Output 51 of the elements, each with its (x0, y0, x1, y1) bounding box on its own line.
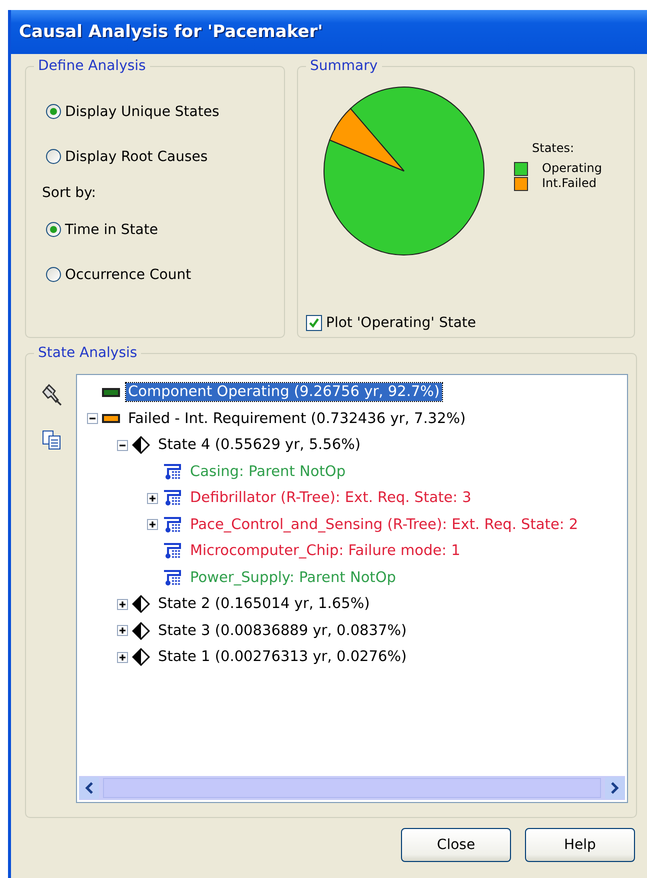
tree-item[interactable]: Defibrillator (R-Tree): Ext. Req. State: 3 (188, 489, 474, 508)
radio-button[interactable] (46, 222, 61, 237)
tree-item[interactable]: State 4 (0.55629 yr, 5.56%) (156, 436, 363, 454)
sort-label: Sort by: (42, 184, 98, 203)
expand-icon[interactable] (117, 625, 128, 636)
radio-button[interactable] (46, 104, 61, 119)
radio-option[interactable]: Display Unique States (46, 89, 284, 134)
legend-title: States: (532, 141, 576, 155)
tree-item[interactable]: Microcomputer_Chip: Failure mode: 1 (188, 542, 462, 560)
copy-icon[interactable] (42, 430, 62, 450)
list-icon (162, 542, 182, 560)
scroll-left-icon[interactable] (79, 777, 99, 799)
radio-button[interactable] (46, 267, 61, 282)
diamond-icon (132, 595, 150, 614)
scroll-right-icon[interactable] (605, 777, 625, 799)
legend-label: Operating (542, 161, 602, 176)
group-title: Define Analysis (34, 58, 150, 74)
radio-option[interactable]: Occurrence Count (46, 252, 284, 297)
list-icon (162, 568, 182, 587)
group-title: Summary (306, 58, 382, 74)
expand-icon[interactable] (147, 492, 158, 504)
diamond-icon (132, 648, 150, 666)
collapse-icon[interactable] (117, 440, 128, 451)
tree-item[interactable]: State 2 (0.165014 yr, 1.65%) (156, 595, 372, 614)
horizontal-scrollbar[interactable] (79, 776, 625, 800)
window-title: Causal Analysis for 'Pacemaker' (19, 22, 323, 42)
expand-icon[interactable] (117, 598, 128, 610)
group-title: State Analysis (34, 345, 142, 361)
tree-item[interactable]: Pace_Control_and_Sensing (R-Tree): Ext. Req. State: 2 (188, 516, 580, 534)
radio-button[interactable] (46, 149, 61, 164)
radio-option[interactable]: Time in State (46, 207, 284, 252)
list-icon (162, 462, 182, 481)
pin-icon[interactable] (42, 384, 62, 406)
tree-item[interactable]: Component Operating (9.26756 yr, 92.7%) (126, 383, 442, 402)
radio-option[interactable]: Display Root Causes (46, 134, 284, 179)
dialog-button[interactable]: Close (401, 828, 511, 862)
legend-label: Int.Failed (542, 176, 596, 191)
collapse-icon[interactable] (87, 413, 98, 424)
checkbox[interactable] (306, 315, 322, 331)
tree-item[interactable]: State 1 (0.00276313 yr, 0.0276%) (156, 648, 409, 666)
diamond-icon (132, 622, 150, 640)
list-icon (162, 516, 182, 534)
list-icon (162, 489, 182, 508)
tree-item[interactable]: Failed - Int. Requirement (0.732436 yr, 7.32%) (126, 410, 468, 428)
expand-icon[interactable] (147, 519, 158, 530)
diamond-icon (132, 436, 150, 454)
scrollbar-thumb[interactable] (103, 778, 601, 798)
dialog-button[interactable]: Help (525, 828, 635, 862)
expand-icon[interactable] (117, 652, 128, 663)
checkbox-option[interactable]: Plot 'Operating' State (306, 315, 634, 331)
tree-item[interactable]: State 3 (0.00836889 yr, 0.0837%) (156, 622, 409, 640)
